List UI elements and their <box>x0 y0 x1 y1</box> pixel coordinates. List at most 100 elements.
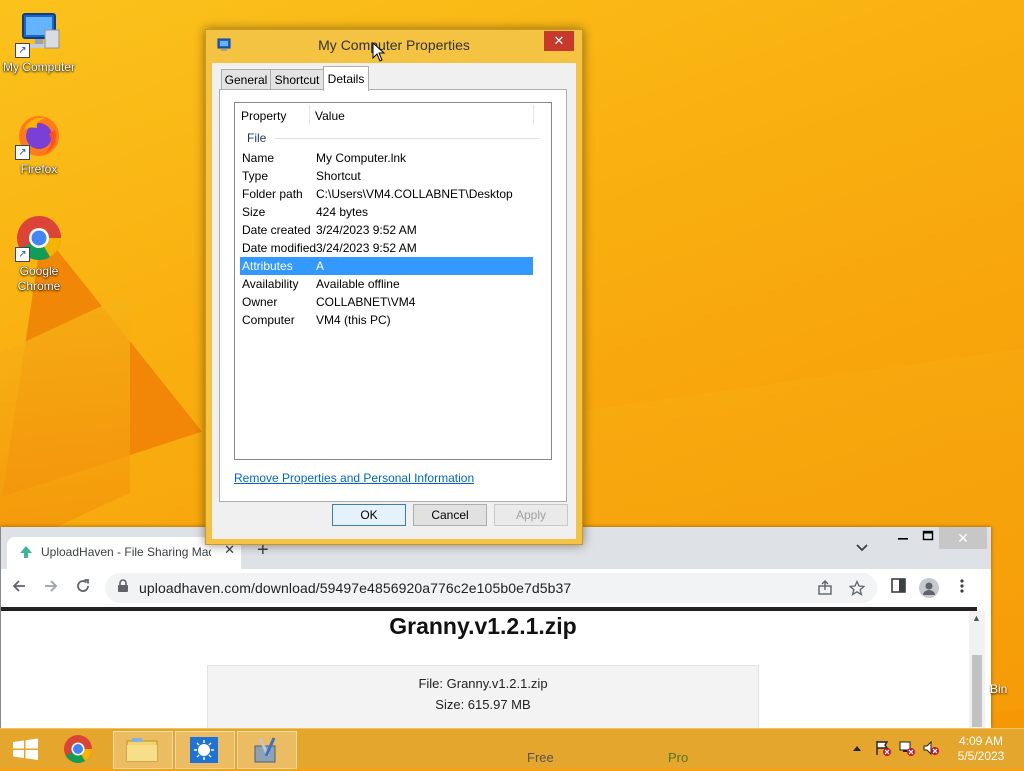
action-center-flag-icon[interactable] <box>874 739 892 760</box>
dialog-titlebar[interactable]: My Computer Properties ✕ <box>206 30 582 60</box>
desktop-icon-my-computer[interactable]: ↗ My Computer <box>0 10 78 75</box>
show-hidden-icons-icon[interactable] <box>852 741 862 755</box>
dialog-title: My Computer Properties <box>318 37 470 53</box>
maximize-button[interactable] <box>922 529 934 545</box>
url-text[interactable]: uploadhaven.com/download/59497e4856920a7… <box>139 580 571 596</box>
row-value: COLLABNET\VM4 <box>316 295 416 309</box>
file-size-line: Size: 615.97 MB <box>435 697 531 712</box>
tab-shortcut[interactable]: Shortcut <box>270 69 324 90</box>
chrome-browser-window: UploadHaven - File Sharing Made ✕ + ✕ up… <box>0 527 991 728</box>
detail-row[interactable]: Size 424 bytes <box>240 203 533 221</box>
back-arrow-icon[interactable] <box>11 578 27 599</box>
row-value: C:\Users\VM4.COLLABNET\Desktop <box>316 187 513 201</box>
cancel-button[interactable]: Cancel <box>413 504 487 526</box>
row-value: A <box>316 259 325 273</box>
minimize-button[interactable] <box>897 529 909 545</box>
lock-icon[interactable] <box>117 579 129 593</box>
column-divider[interactable] <box>533 105 534 125</box>
clock-time: 4:09 AM <box>958 734 1004 748</box>
taskbar-file-explorer[interactable] <box>113 731 173 769</box>
tab-general[interactable]: General <box>221 69 271 90</box>
start-button[interactable] <box>0 731 50 767</box>
desktop-icon-google-chrome[interactable]: ↗ Google Chrome <box>0 214 78 294</box>
network-icon[interactable] <box>898 739 916 760</box>
column-header-property[interactable]: Property <box>241 109 286 123</box>
list-header: Property Value <box>235 103 551 127</box>
page-title: Granny.v1.2.1.zip <box>389 613 577 639</box>
remove-properties-link[interactable]: Remove Properties and Personal Informati… <box>234 471 474 485</box>
detail-row[interactable]: Type Shortcut <box>240 167 533 185</box>
scrollbar-thumb[interactable] <box>972 655 982 727</box>
column-header-value[interactable]: Value <box>315 109 345 123</box>
tab-title: UploadHaven - File Sharing Made <box>41 545 211 559</box>
taskbar-app-sun[interactable] <box>175 731 235 769</box>
row-key: Attributes <box>242 259 293 273</box>
page-plan-pro-label: Pro <box>668 750 689 765</box>
shortcut-arrow-icon: ↗ <box>15 247 30 262</box>
taskbar-app-tools[interactable] <box>237 731 297 769</box>
shortcut-arrow-icon: ↗ <box>15 145 30 160</box>
row-key: Date created <box>242 223 311 237</box>
row-value: 424 bytes <box>316 205 369 219</box>
detail-row[interactable]: Owner COLLABNET\VM4 <box>240 293 533 311</box>
desktop-icon-label: Google Chrome <box>17 264 61 293</box>
row-key: Name <box>242 151 275 165</box>
reload-icon[interactable] <box>75 578 91 599</box>
detail-row[interactable]: Name My Computer.lnk <box>240 149 533 167</box>
row-value: Available offline <box>316 277 400 291</box>
detail-row[interactable]: Date created 3/24/2023 9:52 AM <box>240 221 533 239</box>
tab-details[interactable]: Details <box>323 66 369 91</box>
row-value: Shortcut <box>316 169 361 183</box>
properties-dialog: My Computer Properties ✕ General Shortcu… <box>205 29 583 545</box>
firefox-icon: ↗ <box>15 112 63 160</box>
group-header-file: File <box>247 131 267 145</box>
details-list[interactable]: Property Value File Name My Computer.lnk… <box>234 102 552 460</box>
dialog-client-area: General Shortcut Details Property Value … <box>212 63 576 539</box>
row-value: VM4 (this PC) <box>316 313 391 327</box>
column-divider[interactable] <box>309 105 310 125</box>
detail-row[interactable]: Date modified 3/24/2023 9:52 AM <box>240 239 533 257</box>
taskbar-chrome[interactable] <box>52 731 110 767</box>
desktop-icon-firefox[interactable]: ↗ Firefox <box>0 112 78 177</box>
row-key: Availability <box>242 277 299 291</box>
row-key: Type <box>242 169 269 183</box>
row-value: 3/24/2023 9:52 AM <box>316 241 417 255</box>
row-key: Date modified <box>242 241 317 255</box>
detail-row-selected[interactable]: Attributes A <box>240 257 533 275</box>
forward-arrow-icon[interactable] <box>43 578 59 599</box>
row-value: 3/24/2023 9:52 AM <box>316 223 417 237</box>
row-value: My Computer.lnk <box>316 151 407 165</box>
detail-row[interactable]: Computer VM4 (this PC) <box>240 311 533 329</box>
row-key: Folder path <box>242 187 303 201</box>
row-key: Owner <box>242 295 278 309</box>
system-clock[interactable]: 4:09 AM 5/5/2023 <box>956 734 1006 764</box>
file-name-line: File: Granny.v1.2.1.zip <box>418 676 548 691</box>
details-panel: Property Value File Name My Computer.lnk… <box>219 89 567 502</box>
dialog-close-button[interactable]: ✕ <box>544 31 574 51</box>
clock-date: 5/5/2023 <box>957 749 1005 763</box>
chrome-icon: ↗ <box>15 214 63 262</box>
more-menu-icon[interactable] <box>959 578 965 598</box>
row-key: Size <box>242 205 266 219</box>
apply-button[interactable]: Apply <box>494 504 568 526</box>
desktop-icon-label: My Computer <box>2 60 76 74</box>
taskbar: Free Pro 4:09 AM 5/5/2023 <box>0 728 1024 769</box>
desktop-icon-label: Firefox <box>20 162 58 176</box>
scroll-up-arrow-icon[interactable]: ▲ <box>972 613 981 623</box>
group-divider <box>275 138 539 139</box>
volume-muted-icon[interactable] <box>922 739 940 760</box>
page-scrollbar[interactable]: ▲ <box>969 611 985 728</box>
page-plan-free-label: Free <box>527 750 554 765</box>
page-content: Granny.v1.2.1.zip File: Granny.v1.2.1.zi… <box>1 611 969 728</box>
browser-close-button[interactable]: ✕ <box>939 527 987 549</box>
detail-row[interactable]: Folder path C:\Users\VM4.COLLABNET\Deskt… <box>240 185 533 203</box>
side-panel-icon[interactable] <box>891 578 906 597</box>
share-icon[interactable] <box>817 580 833 600</box>
address-bar[interactable]: uploadhaven.com/download/59497e4856920a7… <box>105 573 877 603</box>
detail-row[interactable]: Availability Available offline <box>240 275 533 293</box>
ok-button[interactable]: OK <box>332 504 406 526</box>
profile-avatar[interactable] <box>919 578 939 598</box>
tab-search-chevron-icon[interactable] <box>856 541 868 555</box>
bookmark-star-icon[interactable] <box>848 579 866 600</box>
shortcut-arrow-icon: ↗ <box>15 43 30 58</box>
